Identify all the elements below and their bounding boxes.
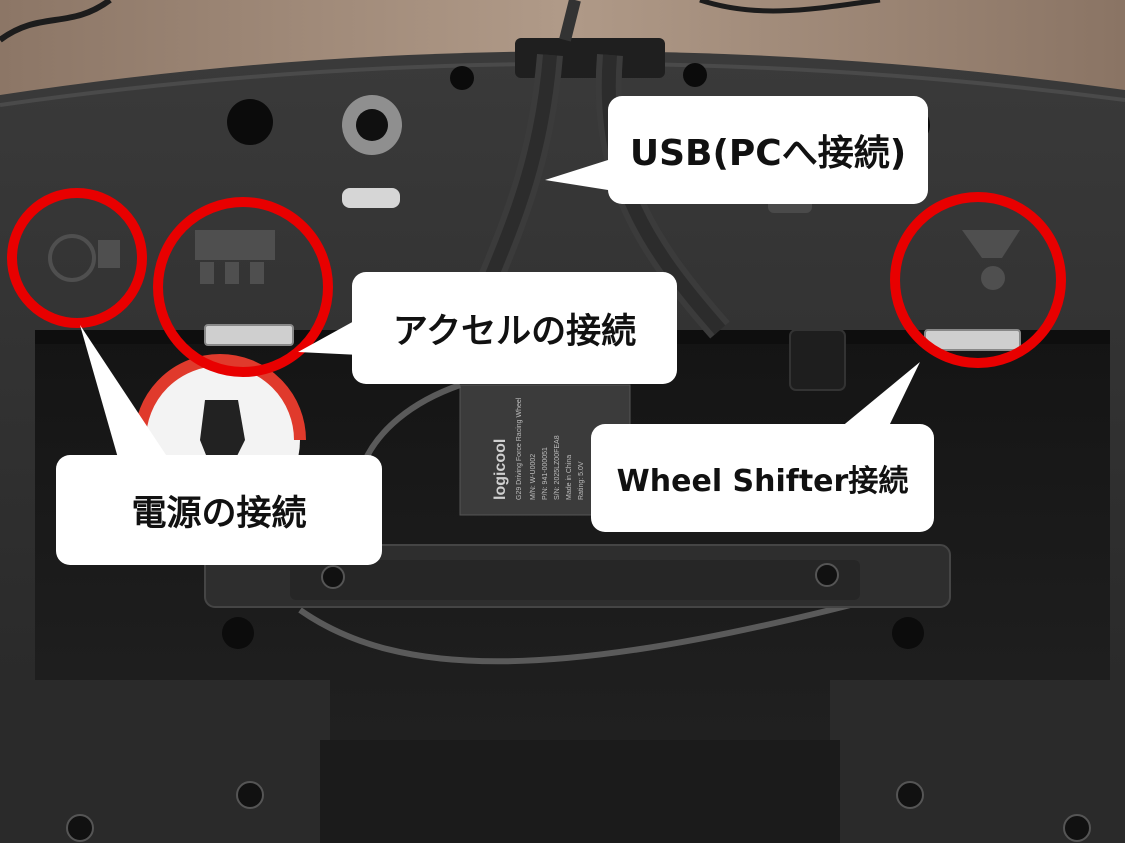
screw-icon	[236, 781, 264, 809]
screw-icon	[896, 781, 924, 809]
label-part-number: P/N: 941-000051	[542, 447, 549, 500]
callout-accelerator: アクセルの接続	[352, 272, 677, 384]
frame-center	[320, 740, 840, 843]
label-rating: Rating: 5.0V	[578, 461, 585, 500]
pedal-icon	[195, 230, 275, 284]
callout-power: 電源の接続	[56, 455, 382, 565]
callout-power-text: 電源の接続	[131, 493, 307, 534]
frame-left	[0, 680, 330, 843]
cable-clip	[789, 329, 846, 391]
foot-icon	[892, 617, 924, 649]
label-serial-number: S/N: 2025LZ00FEA8	[554, 435, 561, 500]
label-brand: logicool	[492, 439, 509, 500]
label-model-number: M/N: W-U0002	[530, 454, 537, 500]
screw-icon	[66, 814, 94, 842]
callout-wheel-shifter-text: Wheel Shifter接続	[616, 464, 909, 499]
device-photo: logicool G29 Driving Force Racing Wheel …	[0, 0, 1125, 843]
screw-icon	[1063, 814, 1091, 842]
callout-usb-text: USB(PCへ接続)	[629, 133, 907, 174]
callout-usb: USB(PCへ接続)	[608, 96, 928, 204]
screw-icon	[321, 565, 345, 589]
photo-scene: logicool G29 Driving Force Racing Wheel …	[0, 0, 1125, 843]
slot-light	[342, 188, 400, 208]
mount-hole	[683, 63, 707, 87]
jack-port-opening	[356, 109, 388, 141]
callout-wheel-shifter: Wheel Shifter接続	[591, 424, 934, 532]
pedal-port	[204, 324, 294, 346]
screw-icon	[815, 563, 839, 587]
foot-icon	[222, 617, 254, 649]
label-model: G29 Driving Force Racing Wheel	[516, 397, 523, 500]
shifter-port	[924, 329, 1021, 351]
callout-accelerator-text: アクセルの接続	[392, 311, 637, 352]
mount-hole	[450, 66, 474, 90]
label-origin: Made in China	[566, 455, 573, 500]
mount-hole	[227, 99, 273, 145]
